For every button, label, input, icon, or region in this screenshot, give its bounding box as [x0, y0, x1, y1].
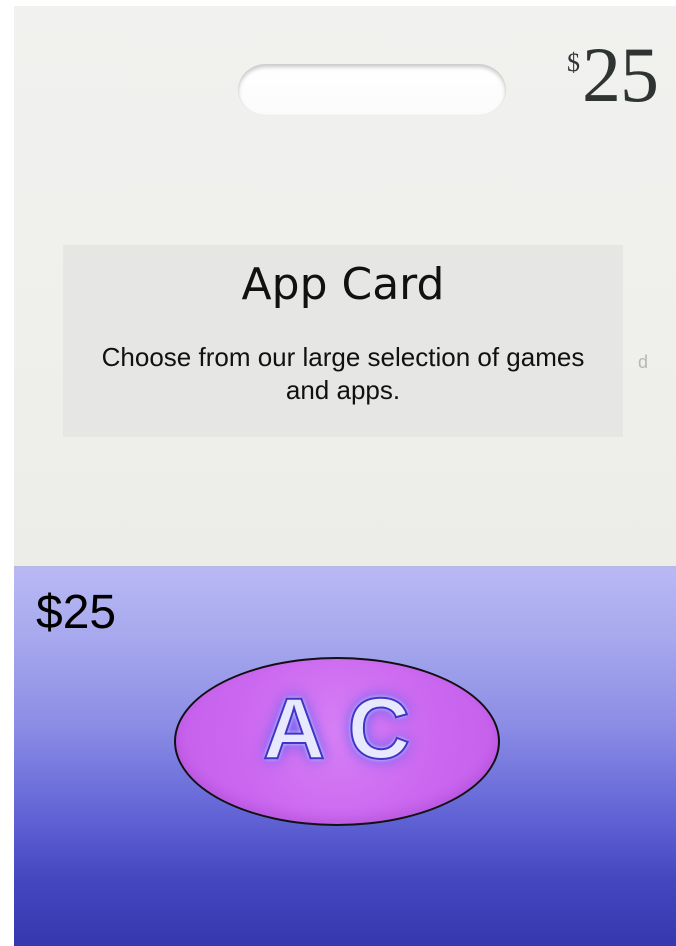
app-card-logo: A C	[174, 657, 500, 826]
card-label-panel: App Card Choose from our large selection…	[63, 245, 623, 437]
card-title: App Card	[241, 259, 445, 310]
background-text-fragment: d	[638, 352, 649, 372]
app-card: $25 d App Card Choose from our large sel…	[0, 0, 676, 946]
card-bottom-panel: $25 A C	[14, 566, 676, 946]
top-price-currency: $	[567, 48, 580, 77]
bottom-price: $25	[36, 586, 117, 639]
logo-text: A C	[262, 681, 411, 777]
hang-slot	[238, 64, 506, 116]
top-price-amount: 25	[582, 31, 659, 118]
top-price: $25	[567, 36, 659, 114]
card-subtitle: Choose from our large selection of games…	[101, 342, 585, 405]
